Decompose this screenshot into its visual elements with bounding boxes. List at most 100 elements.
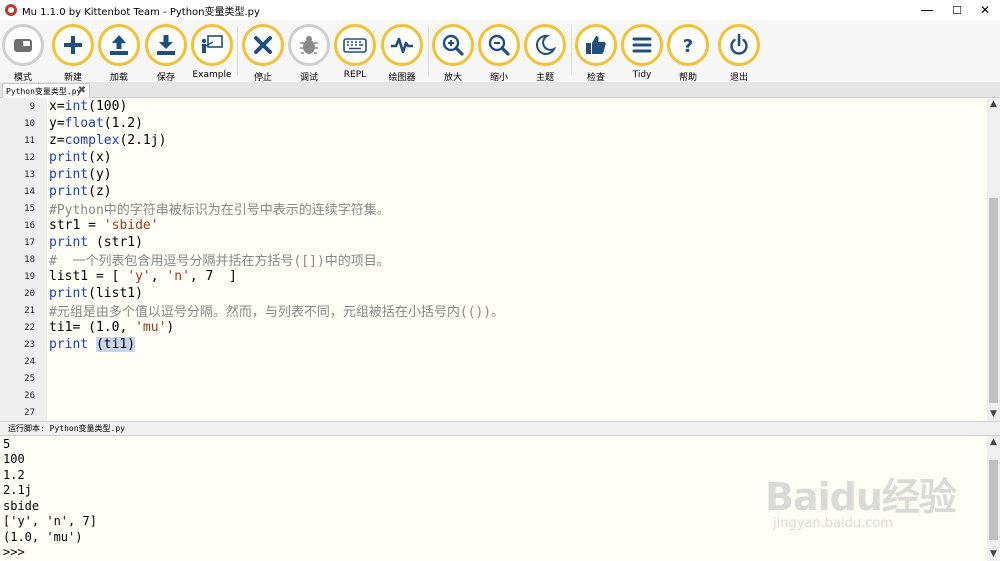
power-icon	[718, 24, 760, 66]
code-text: print(x)	[49, 150, 112, 165]
plus-icon	[52, 24, 94, 66]
line-number: 27	[24, 407, 35, 418]
toolbar: 模式 新建 加载 保存 Example 停止 调试 REPL 绘图器 放大 缩小…	[0, 20, 1000, 83]
code-line: 14 print(z)	[0, 183, 985, 200]
line-number: 10	[24, 118, 35, 129]
comment-text: # 一个列表包含用逗号分隔并括在方括号([])中的项目。	[49, 254, 390, 269]
code-line: 25	[0, 370, 985, 387]
download-icon	[145, 24, 187, 66]
code-line: 16 str1 = 'sbide'	[0, 217, 985, 234]
code-text: print (str1)	[49, 235, 143, 250]
save-button[interactable]: 保存	[144, 24, 188, 83]
line-number: 9	[29, 101, 35, 112]
check-button[interactable]: 检查	[574, 24, 618, 83]
output-line: 5	[3, 437, 11, 451]
line-number: 19	[24, 271, 35, 282]
code-line: 9 x=int(100)	[0, 98, 985, 115]
scroll-up-icon[interactable]: ▲	[987, 98, 1000, 111]
quit-button[interactable]: 退出	[717, 24, 761, 83]
repl-prompt[interactable]: >>>	[3, 545, 25, 560]
line-number: 18	[24, 254, 35, 265]
repl-button[interactable]: REPL	[333, 24, 377, 80]
output-scroll-thumb[interactable]	[989, 460, 998, 540]
editor-scroll-thumb[interactable]	[989, 198, 998, 403]
line-number: 16	[24, 220, 35, 231]
code-line: 19 list1 = [ 'y', 'n', 7 ]	[0, 268, 985, 285]
watermark-url-text: jingyan.baidu.com	[773, 516, 893, 531]
code-line: 11 z=complex(2.1j)	[0, 132, 985, 149]
lines-icon	[621, 24, 663, 66]
output-line: ['y', 'n', 7]	[3, 514, 97, 528]
code-text: ti1= (1.0, 'mu')	[49, 320, 175, 335]
comment-text: #元组是由多个值以逗号分隔。然而，与列表不同，元组被括在小括号内(())。	[49, 305, 505, 320]
output-line: sbide	[3, 499, 40, 513]
line-number: 26	[24, 390, 35, 401]
toolbar-separator	[428, 26, 429, 76]
minimize-button[interactable]: —	[912, 0, 942, 20]
code-text: print (ti1)	[49, 337, 136, 352]
tidy-button[interactable]: Tidy	[620, 24, 664, 80]
comment-text: #Python中的字符串被标识为在引号中表示的连续字符集。	[49, 203, 390, 218]
baidu-watermark: Baidu经验 jingyan.baidu.com	[765, 456, 985, 546]
code-text: z=complex(2.1j)	[49, 133, 167, 148]
file-tab[interactable]: Python变量类型.py ✖	[2, 83, 90, 98]
line-number: 25	[24, 373, 35, 384]
code-line: 23 print (ti1)	[0, 336, 985, 353]
code-line: 26	[0, 387, 985, 404]
tab-close-icon[interactable]: ✖	[78, 85, 86, 96]
line-number: 14	[24, 186, 35, 197]
code-editor[interactable]: 9 x=int(100) 10 y=float(1.2) 11 z=complex(2…	[0, 98, 1000, 421]
code-text: x=int(100)	[49, 99, 128, 114]
code-line: 20 print(list1)	[0, 285, 985, 302]
mode-button[interactable]: 模式	[1, 24, 45, 83]
code-line: 18 # 一个列表包含用逗号分隔并括在方括号([])中的项目。	[0, 251, 985, 269]
code-line: 10 y=float(1.2)	[0, 115, 985, 132]
example-label: Example	[192, 70, 232, 80]
code-text: str1 = 'sbide'	[49, 218, 159, 233]
line-number: 20	[24, 288, 35, 299]
presenter-icon	[191, 24, 233, 66]
thumbs-up-icon	[575, 24, 617, 66]
zoom-out-button[interactable]: 缩小	[477, 24, 521, 83]
close-icon	[242, 24, 284, 66]
line-number: 21	[24, 305, 35, 316]
output-line: 100	[3, 452, 25, 466]
code-text: print(y)	[49, 167, 112, 182]
plotter-button[interactable]: 绘图器	[380, 24, 424, 83]
line-number: 23	[24, 339, 35, 350]
new-button[interactable]: 新建	[51, 24, 95, 83]
maximize-button[interactable]: ☐	[942, 0, 972, 20]
close-window-button[interactable]: ✕	[970, 0, 1000, 20]
code-line: 21 #元组是由多个值以逗号分隔。然而，与列表不同，元组被括在小括号内(())。	[0, 302, 985, 320]
scroll-up-icon[interactable]: ▲	[987, 436, 1000, 449]
zoom-out-icon	[478, 24, 520, 66]
repl-label: REPL	[343, 70, 367, 80]
toolbar-separator	[237, 26, 238, 76]
code-line: 12 print(x)	[0, 149, 985, 166]
scroll-down-icon[interactable]: ▼	[987, 548, 1000, 561]
title-bar: Mu 1.1.0 by Kittenbot Team - Python变量类型.…	[0, 0, 1000, 20]
mu-app-icon	[5, 4, 17, 16]
stop-button[interactable]: 停止	[241, 24, 285, 83]
output-line: 1.2	[3, 468, 25, 482]
help-button[interactable]: ? 帮助	[666, 24, 710, 83]
code-text: print(list1)	[49, 286, 143, 301]
toolbar-separator	[571, 26, 572, 76]
zoom-in-button[interactable]: 放大	[431, 24, 475, 83]
moon-icon	[524, 24, 566, 66]
code-line: 15 #Python中的字符串被标识为在引号中表示的连续字符集。	[0, 200, 985, 218]
debug-button[interactable]: 调试	[287, 24, 331, 83]
line-number: 15	[24, 203, 35, 214]
line-number: 12	[24, 152, 35, 163]
code-line: 22 ti1= (1.0, 'mu')	[0, 319, 985, 336]
output-scrollbar[interactable]: ▲ ▼	[987, 436, 1000, 561]
editor-scrollbar[interactable]: ▲ ▼	[987, 98, 1000, 421]
load-button[interactable]: 加载	[97, 24, 141, 83]
run-status-bar[interactable]: 运行脚本: Python变量类型.py	[0, 421, 1000, 436]
code-text: list1 = [ 'y', 'n', 7 ]	[49, 269, 237, 284]
scroll-down-icon[interactable]: ▼	[987, 408, 1000, 421]
tab-bar: Python变量类型.py ✖	[0, 82, 1000, 98]
window-title: Mu 1.1.0 by Kittenbot Team - Python变量类型.…	[22, 6, 260, 18]
example-button[interactable]: Example	[190, 24, 234, 80]
theme-button[interactable]: 主题	[523, 24, 567, 83]
